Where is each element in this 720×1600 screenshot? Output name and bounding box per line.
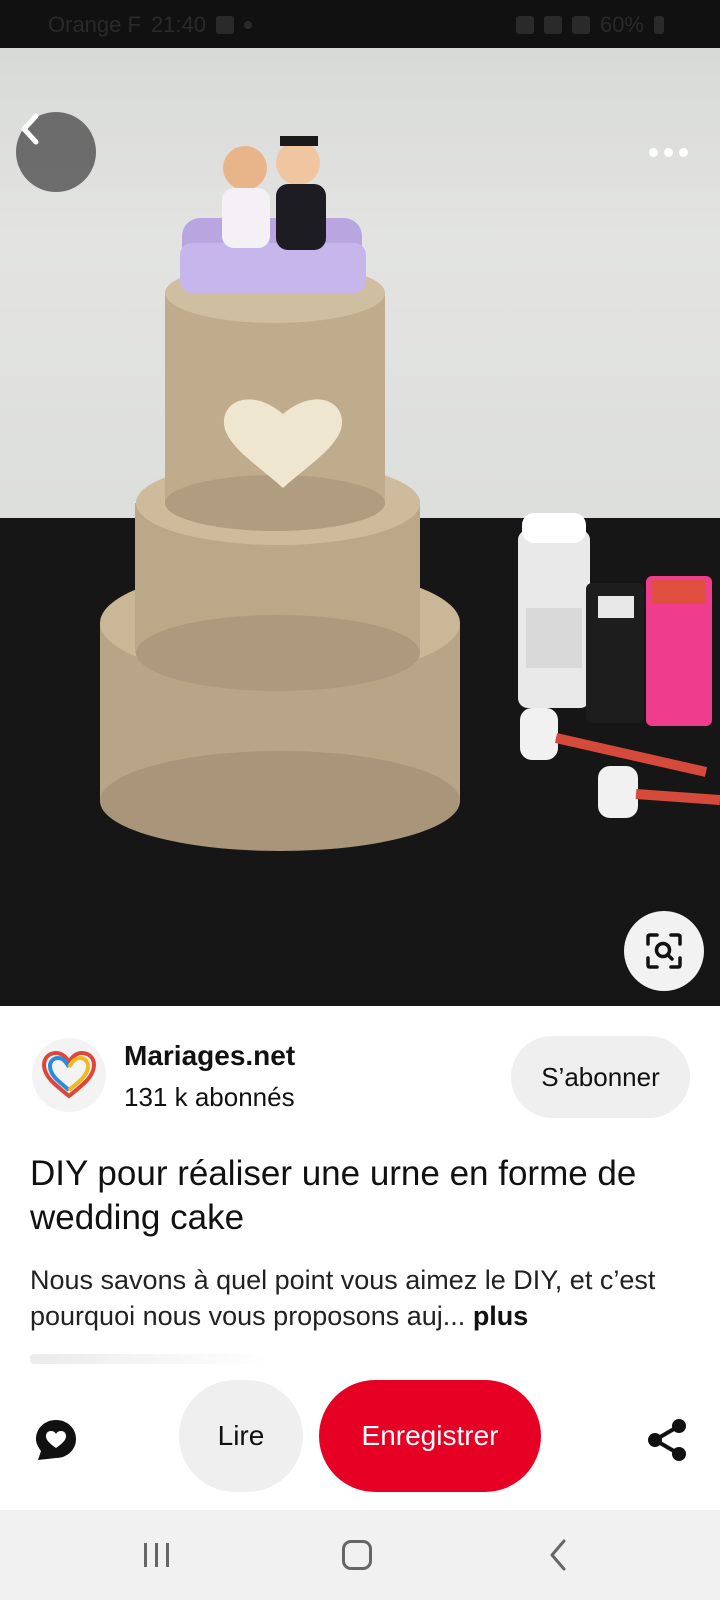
status-time: 21:40	[150, 12, 206, 37]
battery-icon	[654, 16, 664, 34]
visual-search-button[interactable]	[624, 911, 704, 991]
comment-heart-icon	[36, 1420, 76, 1460]
more-horizontal-icon	[648, 147, 658, 157]
home-icon[interactable]	[342, 1540, 372, 1570]
follow-button[interactable]: S’abonner	[511, 1036, 690, 1118]
pin-description: Nous savons à quel point vous aimez le D…	[30, 1262, 700, 1334]
status-bar: Orange F 21:40 60%	[0, 0, 720, 48]
gallery-notification-icon	[216, 16, 234, 34]
faded-text-line	[30, 1354, 270, 1364]
cake-photo-illustration	[0, 136, 720, 1006]
pin-image[interactable]	[0, 48, 720, 1006]
status-right: 60%	[515, 12, 664, 38]
top-box	[165, 263, 385, 531]
creator-name[interactable]: Mariages.net	[124, 1040, 295, 1072]
creator-avatar[interactable]	[32, 1038, 106, 1112]
back-icon[interactable]	[548, 1538, 568, 1572]
alarm-icon	[515, 16, 534, 34]
carrier-label: Orange F	[48, 12, 141, 37]
comment-button[interactable]	[34, 1418, 78, 1462]
system-nav-bar	[0, 1510, 720, 1600]
see-more-link[interactable]: plus	[473, 1301, 529, 1331]
back-button[interactable]	[16, 112, 96, 192]
pin-description-text: Nous savons à quel point vous aimez le D…	[30, 1265, 656, 1331]
share-icon	[648, 1419, 686, 1461]
visual-search-icon	[646, 933, 682, 969]
battery-label: 60%	[599, 12, 644, 37]
recent-apps-icon[interactable]	[141, 1540, 173, 1570]
share-button[interactable]	[646, 1418, 688, 1462]
chevron-left-icon	[21, 113, 39, 145]
couple-topper	[180, 136, 366, 293]
more-dot	[663, 147, 673, 157]
mute-icon	[543, 16, 562, 34]
rainbow-heart-logo-icon	[41, 1050, 97, 1099]
wifi-icon	[571, 16, 590, 34]
save-button[interactable]: Enregistrer	[319, 1380, 541, 1492]
action-bar: Lire Enregistrer	[0, 1370, 720, 1510]
notification-dot-icon	[244, 21, 252, 29]
read-button[interactable]: Lire	[179, 1380, 303, 1492]
status-left: Orange F 21:40	[48, 12, 252, 38]
creator-followers: 131 k abonnés	[124, 1082, 295, 1112]
more-options-button[interactable]	[638, 134, 698, 170]
pin-title: DIY pour réaliser une urne en forme de w…	[30, 1154, 637, 1237]
more-dot	[678, 147, 688, 157]
